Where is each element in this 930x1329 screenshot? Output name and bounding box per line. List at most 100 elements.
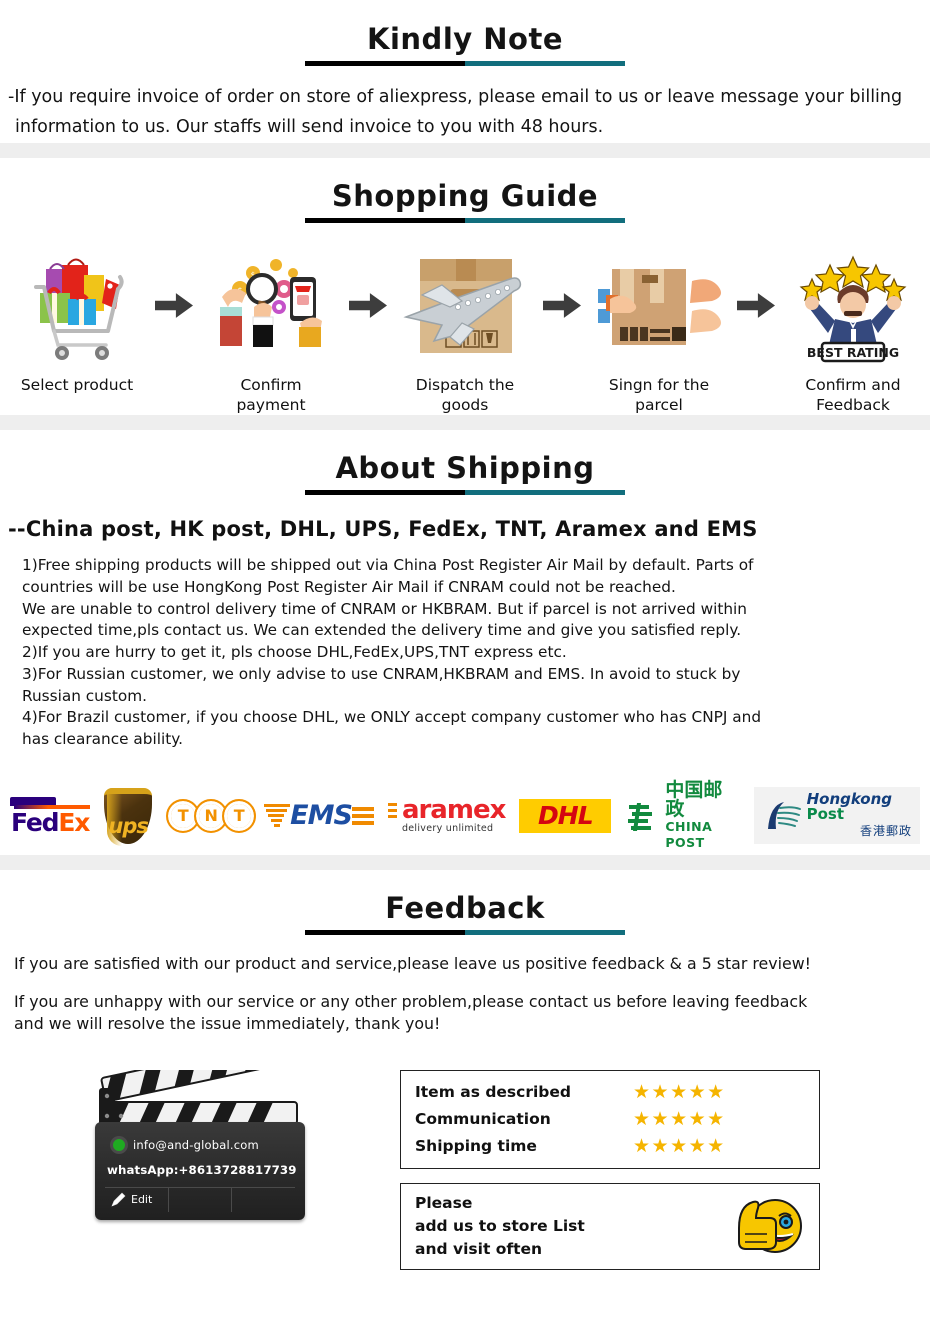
- feedback-paragraph-2-line-1: If you are unhappy with our service or a…: [14, 992, 808, 1012]
- step-label: Confirm and Feedback: [805, 376, 901, 414]
- aramex-wordmark: aramex: [401, 795, 506, 826]
- shipping-note-line: countries will be use HongKong Post Regi…: [22, 578, 676, 597]
- step-confirm-feedback: BEST RATING Confirm and Feedback: [778, 245, 928, 415]
- please-line-1: Please: [415, 1193, 473, 1212]
- tnt-circle: T: [222, 798, 257, 833]
- footer-cell-3: [232, 1188, 295, 1212]
- contact-email-row: info@and-global.com: [113, 1138, 295, 1152]
- underline-dark-half: [305, 490, 465, 496]
- footer-cell-2: [169, 1187, 233, 1212]
- rating-row: Communication ★★★★★: [415, 1106, 805, 1133]
- clapperboard-top: [95, 1039, 305, 1128]
- feedback-section: Feedback If you are satisfied with our p…: [0, 870, 930, 1271]
- section-title-about-shipping: About Shipping: [335, 450, 595, 485]
- rating-stars: ★★★★★: [633, 1107, 726, 1130]
- shipping-notes: 1)Free shipping products will be shipped…: [0, 541, 930, 750]
- ups-logo: ups: [104, 787, 153, 846]
- china-post-text: 中国邮政 CHINA POST: [665, 781, 739, 850]
- aramex-row: aramex: [387, 795, 506, 826]
- china-post-logo: 中国邮政 CHINA POST: [625, 781, 739, 850]
- clapperboard-contact-card: info@and-global.com whatsApp:+8613728817…: [95, 1039, 305, 1220]
- hongkong-post-logo: Hongkong Post 香港郵政: [753, 787, 921, 845]
- underline-teal-half: [465, 930, 625, 936]
- kindly-note-section: Kindly Note -If you require invoice of o…: [0, 0, 930, 141]
- aramex-logo: aramex delivery unlimited: [387, 795, 506, 835]
- china-post-cn-text: 中国邮政: [665, 779, 723, 821]
- airplane-parcel-icon: [390, 245, 540, 365]
- contact-card-body: info@and-global.com whatsApp:+8613728817…: [95, 1121, 305, 1220]
- kindly-note-line-2: information to us. Our staffs will send …: [15, 116, 604, 137]
- ems-wordmark: EMS: [290, 800, 353, 832]
- tnt-letter: T: [171, 803, 196, 828]
- ups-shield: ups: [104, 787, 153, 846]
- fedex-fed-text: Fed: [11, 807, 60, 837]
- title-underline: [305, 61, 625, 67]
- please-line-3: and visit often: [415, 1240, 543, 1259]
- kindly-note-body: -If you require invoice of order on stor…: [0, 66, 930, 140]
- parcel-handover-icon: [584, 245, 734, 365]
- fedex-logo: FedEx: [10, 796, 91, 837]
- arrow-right-icon: [540, 245, 584, 365]
- arrow-right-icon: [734, 245, 778, 365]
- hongkong-post-en-text: Hongkong Post: [807, 792, 912, 822]
- add-to-store-list-text: Please add us to store List and visit of…: [415, 1192, 727, 1262]
- shipping-note-line: We are unable to control delivery time o…: [22, 599, 747, 618]
- edit-action[interactable]: Edit: [105, 1191, 152, 1209]
- shipping-note-line: 4)For Brazil customer, if you choose DHL…: [22, 708, 762, 727]
- tnt-logo: T N T: [166, 798, 257, 833]
- shopping-steps: Select product $ $: [0, 223, 930, 415]
- feedback-paragraph-2-line-2: and we will resolve the issue immediatel…: [14, 1014, 441, 1034]
- fedex-ex-text: Ex: [58, 807, 90, 837]
- dhl-box: DHL: [519, 798, 612, 833]
- feedback-paragraph-2: If you are unhappy with our service or a…: [14, 991, 918, 1035]
- shopping-guide-section: Shopping Guide Select product $ Confirm …: [0, 158, 930, 415]
- best-rating-badge-text: BEST RATING: [807, 345, 899, 360]
- contact-email[interactable]: info@and-global.com: [133, 1138, 259, 1152]
- ems-logo: EMS: [264, 799, 374, 833]
- ups-wordmark: ups: [108, 813, 148, 838]
- section-title-feedback: Feedback: [385, 890, 545, 925]
- fedex-bar: [10, 796, 91, 809]
- hongkong-post-bird-icon: [762, 799, 802, 833]
- shopping-guide-heading: Shopping Guide: [0, 178, 930, 224]
- payment-hands-icon: $ $: [196, 245, 346, 365]
- about-shipping-section: About Shipping --China post, HK post, DH…: [0, 430, 930, 855]
- aramex-tagline: delivery unlimited: [401, 823, 494, 835]
- underline-teal-half: [465, 218, 625, 224]
- title-underline: [305, 218, 625, 224]
- underline-dark-half: [305, 930, 465, 936]
- carrier-logos: FedEx ups T N T EMS aramex delivery unli…: [0, 751, 930, 855]
- step-label: Dispatch the goods: [415, 376, 515, 414]
- record-dot-icon: [113, 1138, 125, 1151]
- dhl-wordmark: DHL: [538, 801, 594, 831]
- best-rating-icon: BEST RATING: [778, 245, 928, 365]
- contact-card-footer: Edit: [105, 1186, 295, 1212]
- hongkong-post-cn-text: 香港郵政: [860, 824, 913, 839]
- edit-cell[interactable]: Edit: [105, 1187, 169, 1212]
- feedback-heading: Feedback: [0, 890, 930, 936]
- tnt-letter: T: [227, 803, 252, 828]
- fedex-wordmark: FedEx: [11, 807, 90, 837]
- add-to-store-list-box: Please add us to store List and visit of…: [400, 1182, 820, 1271]
- rating-row: Shipping time ★★★★★: [415, 1133, 805, 1160]
- contact-whatsapp[interactable]: whatsApp:+8613728817739: [107, 1163, 296, 1177]
- section-separator-band-2: [0, 414, 930, 430]
- underline-dark-half: [305, 61, 465, 67]
- underline-dark-half: [305, 218, 465, 224]
- shopping-cart-icon: [2, 245, 152, 365]
- rating-stars: ★★★★★: [633, 1134, 726, 1157]
- shipping-note-line: 2)If you are hurry to get it, pls choose…: [22, 643, 567, 662]
- section-title-shopping-guide: Shopping Guide: [331, 178, 599, 213]
- about-shipping-heading: About Shipping: [0, 450, 930, 496]
- section-separator-band-1: [0, 142, 930, 158]
- edit-label: Edit: [131, 1193, 153, 1207]
- shipping-note-line: expected time,pls contact us. We can ext…: [22, 621, 742, 640]
- underline-teal-half: [465, 490, 625, 496]
- underline-teal-half: [465, 61, 625, 67]
- carriers-headline: --China post, HK post, DHL, UPS, FedEx, …: [8, 517, 758, 542]
- ems-triangle-bars: [264, 799, 291, 833]
- rating-label: Shipping time: [415, 1137, 537, 1156]
- rating-label: Communication: [415, 1110, 551, 1129]
- kindly-note-line-1: -If you require invoice of order on stor…: [8, 87, 903, 108]
- arrow-right-icon: [346, 245, 390, 365]
